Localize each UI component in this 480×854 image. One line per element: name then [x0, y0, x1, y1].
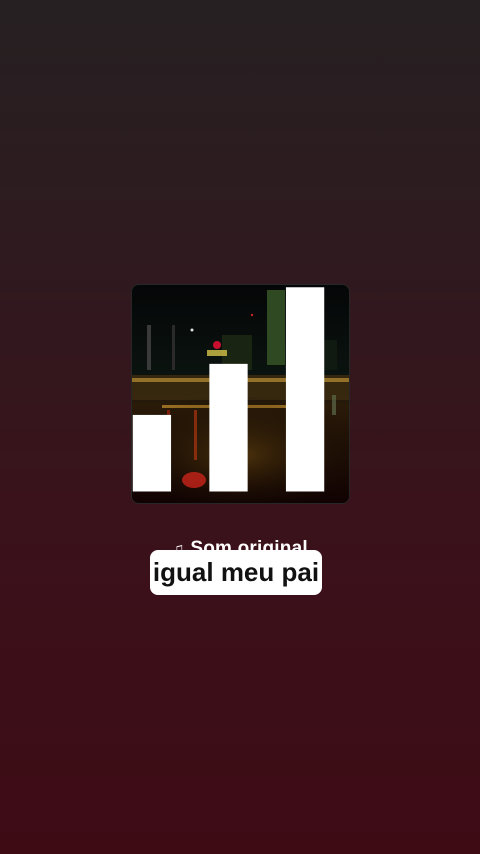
album-cover[interactable] [131, 284, 350, 504]
audio-bars-icon [132, 287, 325, 492]
caption-sticker[interactable]: igual meu pai [150, 550, 322, 595]
caption-text: igual meu pai [152, 557, 320, 587]
